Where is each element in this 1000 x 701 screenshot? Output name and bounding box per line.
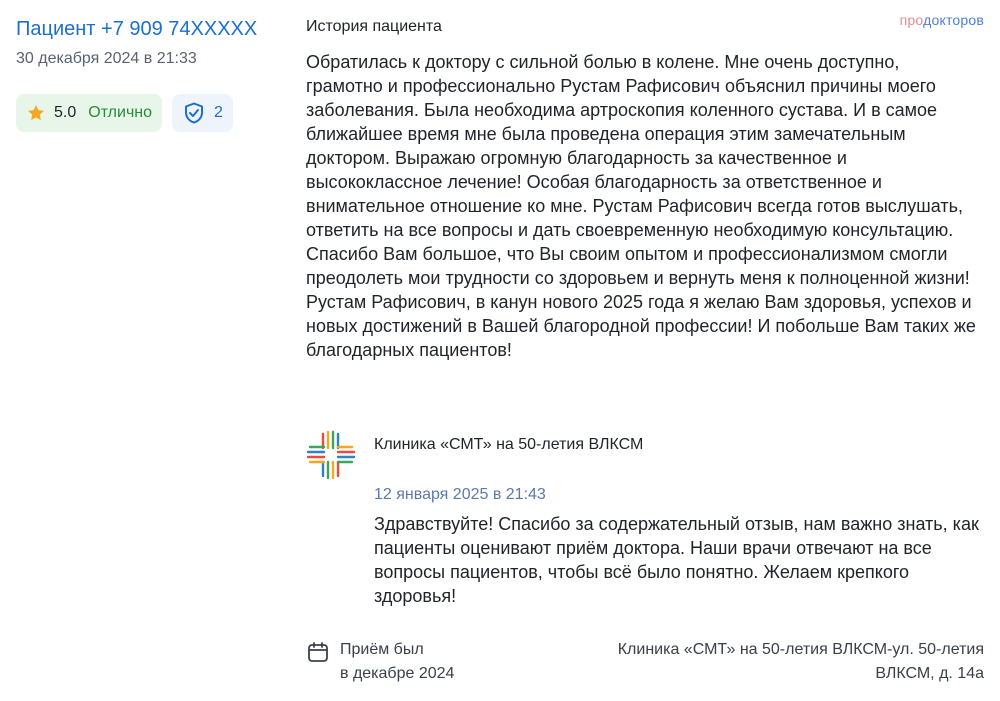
star-icon	[28, 105, 44, 121]
visit-line-2: в декабре 2024	[340, 665, 455, 682]
visit-line-1: Приём был	[340, 641, 424, 658]
reply-date: 12 января 2025 в 21:43	[374, 486, 546, 503]
badges: 5.0 Отлично 2	[16, 94, 286, 132]
author-link[interactable]: Пациент +7 909 74XXXXX	[16, 16, 286, 42]
review-footer: Приём был в декабре 2024 Клиника «СМТ» н…	[306, 638, 984, 686]
reply-clinic-name[interactable]: Клиника «СМТ» на 50-летия ВЛКСМ	[374, 430, 643, 456]
section-title: История пациента	[306, 18, 442, 35]
review-body: История пациента Обратилась к доктору с …	[306, 16, 986, 362]
review-date: 30 декабря 2024 в 21:33	[16, 50, 197, 67]
visit-info: Приём был в декабре 2024	[306, 638, 454, 686]
review-text: Обратилась к доктору с сильной болью в к…	[306, 52, 976, 360]
clinic-logo-icon	[306, 430, 356, 480]
calendar-icon	[308, 642, 328, 662]
verification-count: 2	[214, 104, 223, 121]
rating-badge: 5.0 Отлично	[16, 94, 163, 132]
reply-text: Здравствуйте! Спасибо за содержательный …	[374, 514, 979, 606]
rating-word: Отлично	[88, 104, 153, 121]
clinic-reply: Клиника «СМТ» на 50-летия ВЛКСМ 12 январ…	[306, 430, 986, 608]
verification-badge[interactable]: 2	[172, 94, 233, 132]
shield-check-icon	[185, 102, 204, 124]
review-author-panel: Пациент +7 909 74XXXXX 30 декабря 2024 в…	[16, 16, 286, 132]
rating-score: 5.0	[54, 104, 77, 121]
clinic-address[interactable]: Клиника «СМТ» на 50-летия ВЛКСМ-ул. 50-л…	[564, 638, 984, 686]
